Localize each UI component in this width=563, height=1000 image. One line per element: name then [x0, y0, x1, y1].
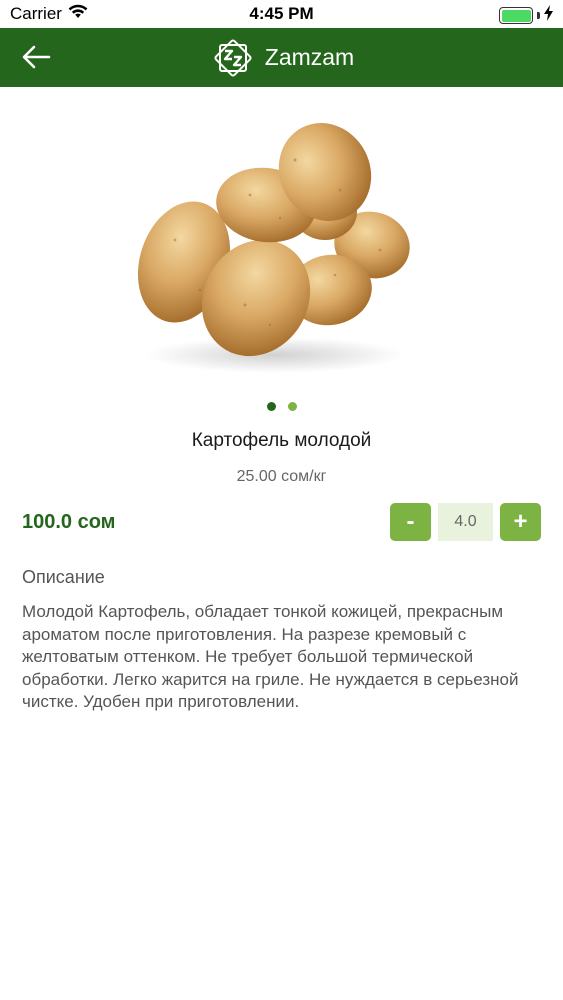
app-header: Zamzam: [0, 28, 563, 87]
image-pager[interactable]: [0, 402, 563, 411]
back-button[interactable]: [14, 37, 58, 77]
total-price: 100.0 сом: [22, 511, 116, 533]
quantity-value: 4.0: [438, 503, 493, 541]
zamzam-logo-icon: [214, 38, 252, 77]
increment-button[interactable]: +: [500, 503, 541, 541]
quantity-stepper: - 4.0 +: [390, 503, 541, 541]
charging-icon: [544, 5, 553, 26]
status-bar: Carrier 4:45 PM: [0, 0, 563, 28]
decrement-button[interactable]: -: [390, 503, 431, 541]
status-right: [499, 5, 553, 26]
product-title: Картофель молодой: [191, 430, 372, 451]
pager-dot[interactable]: [287, 402, 297, 411]
battery-icon: [499, 7, 533, 24]
arrow-left-icon: [22, 45, 51, 69]
pager-dot-active[interactable]: [266, 402, 276, 411]
app-title: Zamzam: [264, 44, 355, 70]
description-text: Молодой Картофель, обладает тонкой кожиц…: [22, 602, 519, 711]
battery-tip: [537, 12, 540, 19]
status-time: 4:45 PM: [249, 4, 314, 23]
unit-price: 25.00 сом/кг: [236, 468, 327, 485]
description-heading: Описание: [22, 567, 105, 587]
brand: Zamzam: [0, 28, 563, 87]
product-image[interactable]: [120, 100, 430, 380]
